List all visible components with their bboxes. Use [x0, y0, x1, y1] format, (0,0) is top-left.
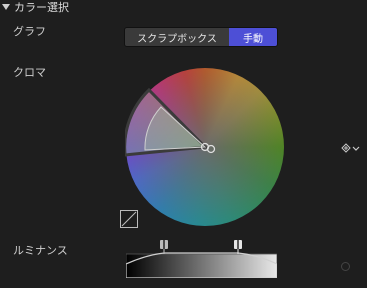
luminance-falloff-curve	[125, 252, 278, 279]
luminance-left-handle[interactable]	[160, 240, 168, 254]
scope-mode-button[interactable]: スクラプボックス	[125, 28, 229, 46]
chevron-down-icon	[352, 146, 360, 151]
section-title: カラー選択	[14, 1, 69, 14]
circle-icon[interactable]	[341, 262, 350, 271]
graph-label: グラフ	[13, 25, 46, 38]
section-header-color-selection[interactable]: カラー選択	[0, 0, 69, 14]
luminance-right-handle[interactable]	[234, 240, 242, 254]
diagonal-square-icon[interactable]	[120, 210, 138, 228]
keyframe-diamond-icon	[341, 143, 351, 153]
keyframe-button[interactable]	[340, 141, 360, 155]
disclosure-triangle-icon[interactable]	[2, 4, 10, 10]
manual-mode-button[interactable]: 手動	[229, 28, 277, 46]
chroma-label: クロマ	[13, 66, 46, 79]
luminance-label: ルミナンス	[13, 244, 68, 257]
chroma-color-wheel[interactable]	[123, 67, 285, 227]
luminance-range-slider[interactable]	[125, 240, 278, 279]
mode-segmented-control[interactable]: スクラプボックス 手動	[124, 27, 278, 47]
